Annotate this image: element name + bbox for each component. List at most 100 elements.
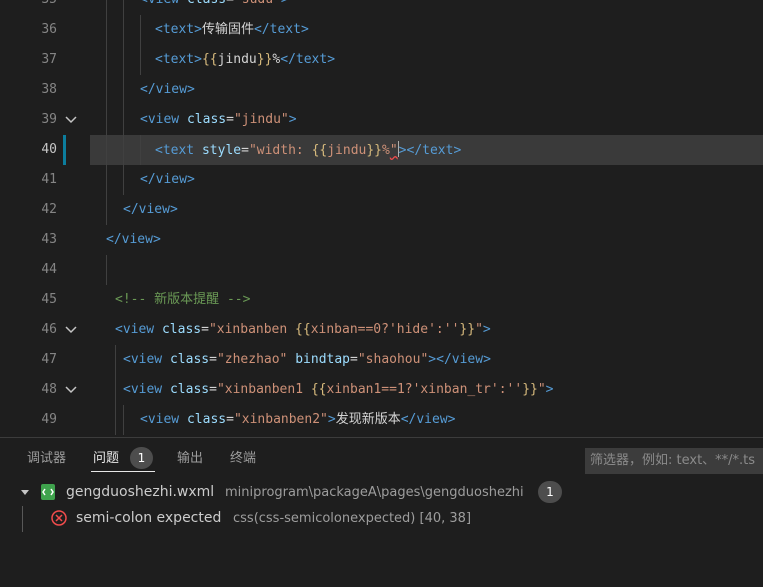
indent-guide (106, 45, 107, 75)
code-token: jindu (327, 143, 367, 158)
problems-count-badge: 1 (130, 447, 153, 469)
indent-guide (123, 165, 124, 195)
code-token: "width: (248, 143, 312, 158)
code-text: <!-- 新版本提醒 --> (115, 291, 250, 309)
code-token: "xinbanben2" (233, 412, 328, 427)
tab-debugger[interactable]: 调试器 (27, 450, 66, 468)
code-token: "sudu" (234, 0, 281, 7)
line-number: 47 (41, 352, 57, 367)
indent-guide (106, 255, 107, 285)
code-token: "xinbanben1 (216, 382, 311, 397)
code-token: "jindu" (233, 112, 289, 127)
line-number: 38 (41, 82, 57, 97)
line-number: 49 (41, 412, 57, 427)
code-token: > (428, 352, 437, 367)
code-token: <view (123, 382, 163, 397)
code-token: class (179, 412, 227, 427)
line-number: 44 (41, 262, 57, 277)
code-token: class (179, 112, 227, 127)
code-line[interactable]: 35 <view class="sudu"> (0, 0, 763, 15)
code-line[interactable]: 45 <!-- 新版本提醒 --> (0, 285, 763, 315)
indent-guide (123, 45, 124, 75)
code-token: </view> (436, 352, 491, 367)
problem-file-row[interactable]: gengduoshezhi.wxml miniprogram\packageA\… (0, 479, 763, 505)
chevron-down-icon[interactable] (20, 487, 30, 497)
code-line[interactable]: 49 <view class="xinbanben2">发现新版本</view> (0, 405, 763, 435)
code-line[interactable]: 48 <view class="xinbanben1 {{xinban1==1?'… (0, 375, 763, 405)
code-token: </view> (400, 412, 456, 427)
indent-guide (140, 135, 141, 165)
code-line[interactable]: 37 <text>{{jindu}}%</text> (0, 45, 763, 75)
code-text: <text>传输固件</text> (155, 21, 309, 39)
indent-guide (106, 75, 107, 105)
indent-guide (106, 0, 107, 15)
code-token: </text> (406, 143, 462, 158)
code-line[interactable]: 41 </view> (0, 165, 763, 195)
code-token: = (209, 382, 217, 397)
code-token: jindu (217, 52, 257, 67)
line-number: 36 (41, 22, 57, 37)
wxml-file-icon (41, 484, 55, 500)
code-token: {{ (201, 52, 218, 67)
code-editor[interactable]: 35<view class="sudu">36<text>传输固件</text>… (0, 0, 763, 437)
code-token: class (154, 322, 202, 337)
code-line[interactable]: 47 <view class="zhezhao" bindtap="shaohou… (0, 345, 763, 375)
code-token: <view (115, 322, 155, 337)
code-line[interactable]: 46 <view class="xinbanben {{xinban==0?'hi… (0, 315, 763, 345)
indent-guide (123, 105, 124, 135)
code-token: > (545, 382, 554, 397)
code-line[interactable]: 42 </view> (0, 195, 763, 225)
fold-chevron-icon[interactable] (64, 383, 78, 397)
code-line[interactable]: 44 (0, 255, 763, 285)
code-text: <view class="zhezhao" bindtap="shaohou">… (123, 351, 491, 369)
indent-guide (106, 105, 107, 135)
fold-chevron-icon[interactable] (64, 113, 78, 127)
code-token: }} (522, 382, 538, 397)
code-token: = (209, 352, 217, 367)
code-token: class (162, 352, 210, 367)
code-line[interactable]: 40 <text style="width: {{jindu}}%"></text… (0, 135, 763, 165)
code-line[interactable]: 36 <text>传输固件</text> (0, 15, 763, 45)
code-token: </view> (140, 172, 195, 187)
code-token: xinban1==1?'xinban_tr':'' (326, 382, 523, 397)
code-token: "xinbanben (208, 322, 296, 337)
code-line[interactable]: 38 </view> (0, 75, 763, 105)
code-text: <view class="xinbanben {{xinban==0?'hide… (115, 321, 491, 339)
tab-terminal[interactable]: 终端 (230, 450, 256, 468)
code-token: 传输固件 (201, 22, 254, 37)
bottom-panel: 调试器 问题 1 输出 终端 筛选器，例如: text、**/*.ts geng… (0, 437, 763, 587)
code-token: <text> (155, 52, 202, 67)
code-line[interactable]: 43 </view> (0, 225, 763, 255)
fold-chevron-icon[interactable] (64, 323, 78, 337)
tab-problems[interactable]: 问题 (93, 450, 119, 468)
indent-guide (115, 375, 116, 405)
code-token: > (281, 0, 289, 7)
line-number: 42 (41, 202, 57, 217)
line-number: 40 (41, 142, 57, 157)
indent-guide (123, 0, 124, 15)
problem-message: semi-colon expected (76, 510, 222, 526)
code-token: {{ (311, 143, 328, 158)
code-line[interactable]: 39 <view class="jindu"> (0, 105, 763, 135)
code-token: class (179, 0, 226, 7)
code-text: <text>{{jindu}}%</text> (155, 51, 335, 69)
line-number: 35 (0, 0, 57, 8)
line-number: 41 (41, 172, 57, 187)
problem-file-name: gengduoshezhi.wxml (66, 484, 215, 500)
code-token: style (194, 143, 242, 158)
indent-guide (106, 195, 107, 225)
modified-line-indicator (63, 135, 66, 165)
code-token: " (537, 382, 546, 397)
code-token: = (226, 0, 234, 7)
code-text: </view> (106, 231, 161, 249)
problem-item-row[interactable]: semi-colon expected css(css-semicolonexp… (0, 505, 763, 531)
line-number: 45 (41, 292, 57, 307)
code-token: xinban==0?'hide':'' (310, 322, 460, 337)
code-token: = (350, 352, 358, 367)
code-token: = (201, 322, 209, 337)
code-token: <text (155, 143, 195, 158)
code-token: 发现新版本 (335, 412, 401, 427)
problems-filter-input[interactable]: 筛选器，例如: text、**/*.ts (585, 448, 763, 474)
tab-output[interactable]: 输出 (177, 450, 203, 468)
code-text: </view> (140, 81, 195, 99)
